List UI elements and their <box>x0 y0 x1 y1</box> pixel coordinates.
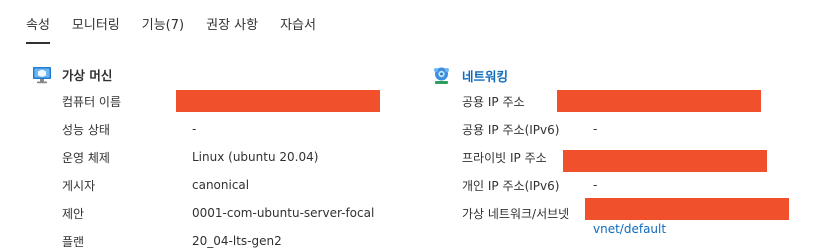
vm-row-publisher: 게시자 canonical <box>62 175 249 195</box>
vm-row-plan: 플랜 20_04-lts-gen2 <box>62 231 282 251</box>
vnet-subnet-link[interactable]: vnet/default <box>593 222 666 236</box>
tab-properties[interactable]: 속성 <box>26 17 50 44</box>
property-label: 공용 IP 주소 <box>462 94 525 109</box>
tab-monitoring[interactable]: 모니터링 <box>72 17 120 35</box>
property-label: 개인 IP 주소(IPv6) <box>462 178 560 193</box>
property-label: 컴퓨터 이름 <box>62 94 122 109</box>
property-label: 운영 체제 <box>62 150 110 165</box>
tab-recommendations[interactable]: 권장 사항 <box>206 17 258 35</box>
redacted-value <box>563 150 767 172</box>
property-value: - <box>593 178 598 192</box>
property-label: 가상 네트워크/서브넷 <box>462 206 570 221</box>
vm-row-offer: 제안 0001-com-ubuntu-server-focal <box>62 203 374 223</box>
property-value: - <box>192 122 197 136</box>
networking-section-header: 네트워킹 <box>431 65 508 86</box>
property-label: 성능 상태 <box>62 122 110 137</box>
vm-row-computer-name: 컴퓨터 이름 <box>62 91 121 111</box>
property-label: 플랜 <box>62 234 85 249</box>
net-row-private-ipv6: 개인 IP 주소(IPv6) - <box>462 175 597 195</box>
vm-section-header: 가상 머신 <box>32 65 112 84</box>
property-value: 0001-com-ubuntu-server-focal <box>192 206 375 220</box>
property-value: 20_04-lts-gen2 <box>192 234 282 248</box>
property-value: - <box>593 122 598 136</box>
net-row-virtual-network: 가상 네트워크/서브넷 <box>462 203 569 223</box>
virtual-machine-icon <box>32 66 52 84</box>
vnet-subnet-link-row: vnet/default <box>593 219 666 239</box>
redacted-value <box>557 90 761 112</box>
property-label: 제안 <box>62 206 85 221</box>
vm-row-health-state: 성능 상태 - <box>62 119 196 139</box>
networking-icon <box>431 65 452 86</box>
redacted-value <box>176 90 380 112</box>
redacted-value <box>585 198 789 220</box>
vm-row-operating-system: 운영 체제 Linux (ubuntu 20.04) <box>62 147 318 167</box>
property-value: Linux (ubuntu 20.04) <box>192 150 319 164</box>
tab-tutorials[interactable]: 자습서 <box>280 17 316 35</box>
tab-capabilities[interactable]: 기능(7) <box>142 17 184 35</box>
property-label: 프라이빗 IP 주소 <box>462 150 547 165</box>
tab-bar: 속성 모니터링 기능(7) 권장 사항 자습서 <box>26 0 338 52</box>
net-row-private-ip: 프라이빗 IP 주소 <box>462 147 547 167</box>
property-label: 공용 IP 주소(IPv6) <box>462 122 560 137</box>
property-value: canonical <box>192 178 250 192</box>
net-row-public-ip: 공용 IP 주소 <box>462 91 525 111</box>
networking-section-title[interactable]: 네트워킹 <box>462 66 508 85</box>
vm-section-title: 가상 머신 <box>62 68 113 83</box>
net-row-public-ipv6: 공용 IP 주소(IPv6) - <box>462 119 597 139</box>
property-label: 게시자 <box>62 178 96 193</box>
